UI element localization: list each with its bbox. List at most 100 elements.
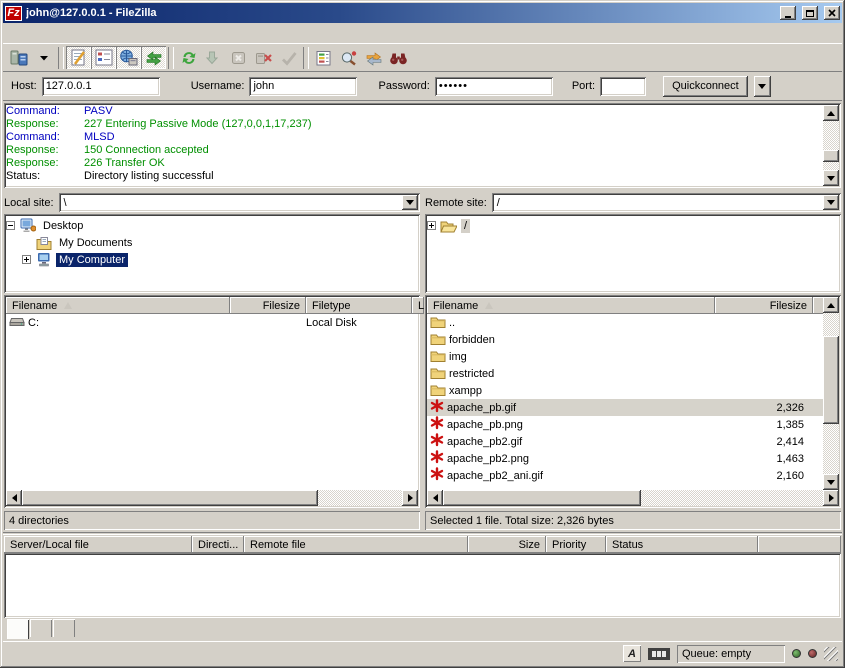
remote-file-row[interactable]: restricted (427, 365, 823, 382)
remote-file-row[interactable]: xampp (427, 382, 823, 399)
tree-item[interactable]: / (427, 217, 839, 234)
tree-expander[interactable] (22, 255, 31, 264)
tree-expander[interactable] (427, 221, 436, 230)
send-led-icon (808, 649, 817, 658)
scroll-thumb[interactable] (823, 150, 839, 162)
site-manager-button[interactable] (6, 46, 31, 69)
remote-file-row[interactable]: forbidden (427, 331, 823, 348)
queue-tab[interactable] (7, 619, 29, 639)
remote-file-row[interactable]: apache_pb2.png 1,463 (427, 450, 823, 467)
remote-site-combo[interactable]: / (492, 193, 841, 212)
queue-status-box: Queue: empty (677, 645, 785, 663)
local-horizontal-scrollbar[interactable] (6, 490, 418, 506)
menu-item[interactable] (86, 31, 102, 35)
port-input[interactable] (600, 77, 646, 96)
column-header-filetype[interactable]: Filetype (306, 297, 412, 314)
menu-item[interactable] (102, 31, 118, 35)
scroll-right-button[interactable] (823, 490, 839, 506)
tree-expander[interactable] (6, 221, 15, 230)
scroll-left-button[interactable] (6, 490, 22, 506)
column-header-filename[interactable]: Filename (427, 297, 715, 314)
column-header-last-modified[interactable]: L (412, 297, 424, 314)
host-label: Host: (11, 80, 37, 92)
filezilla-window: Fz john@127.0.0.1 - FileZilla Host: User… (0, 0, 845, 668)
title-bar[interactable]: Fz john@127.0.0.1 - FileZilla (3, 3, 842, 23)
toolbar-separator (58, 47, 64, 69)
reconnect-button[interactable] (276, 46, 301, 69)
column-header-status[interactable]: Status (606, 536, 758, 553)
scroll-thumb[interactable] (22, 490, 318, 506)
log-line-text: PASV (84, 105, 113, 118)
password-label: Password: (378, 80, 429, 92)
remote-horizontal-scrollbar[interactable] (427, 490, 839, 506)
sync-browsing-button[interactable] (361, 46, 386, 69)
menu-item[interactable] (38, 31, 54, 35)
scroll-right-button[interactable] (402, 490, 418, 506)
resize-grip[interactable] (824, 647, 838, 661)
menu-item[interactable] (6, 31, 22, 35)
toggle-message-log-button[interactable] (66, 46, 91, 69)
toolbar-separator (303, 47, 309, 69)
toggle-remote-tree-button[interactable] (116, 46, 141, 69)
remote-file-row[interactable]: img (427, 348, 823, 365)
local-site-label: Local site: (4, 197, 54, 209)
scroll-up-button[interactable] (823, 105, 839, 121)
toggle-queue-button[interactable] (141, 46, 166, 69)
tree-item[interactable]: My Documents (22, 234, 418, 251)
column-header-filesize[interactable]: Filesize (715, 297, 813, 314)
column-header-server-local-file[interactable]: Server/Local file (4, 536, 192, 553)
cancel-button[interactable] (226, 46, 251, 69)
quickconnect-bar: Host: Username: Password: Port: Quickcon… (3, 72, 842, 101)
maximize-button[interactable] (802, 6, 818, 20)
remote-file-row[interactable]: apache_pb2_ani.gif 2,160 (427, 467, 823, 484)
process-queue-button[interactable] (201, 46, 226, 69)
minimize-button[interactable] (780, 6, 796, 20)
close-button[interactable] (824, 6, 840, 20)
compare-button[interactable] (336, 46, 361, 69)
local-site-combo[interactable]: \ (59, 193, 420, 212)
filter-button[interactable] (311, 46, 336, 69)
scroll-left-button[interactable] (427, 490, 443, 506)
column-header-filename[interactable]: Filename (6, 297, 230, 314)
username-input[interactable] (249, 77, 357, 96)
refresh-button[interactable] (176, 46, 201, 69)
remote-site-dropdown-button[interactable] (823, 195, 839, 210)
remote-vertical-scrollbar[interactable] (823, 297, 839, 490)
column-header-direction[interactable]: Directi... (192, 536, 244, 553)
column-header-filesize[interactable]: Filesize (230, 297, 306, 314)
queue-tab[interactable] (30, 619, 52, 637)
local-file-row[interactable]: C: Local Disk (6, 314, 418, 331)
local-site-dropdown-button[interactable] (402, 195, 418, 210)
computer-icon (35, 252, 52, 267)
menu-item[interactable] (22, 31, 38, 35)
queue-splitter[interactable] (3, 532, 842, 535)
open-folder-icon (440, 219, 457, 233)
remote-file-row[interactable]: apache_pb2.gif 2,414 (427, 433, 823, 450)
scroll-down-button[interactable] (823, 170, 839, 186)
remote-file-row[interactable]: apache_pb.png 1,385 (427, 416, 823, 433)
menu-item[interactable] (54, 31, 70, 35)
password-input[interactable] (435, 77, 553, 96)
toggle-local-tree-button[interactable] (91, 46, 116, 69)
host-input[interactable] (42, 77, 160, 96)
tree-item[interactable]: My Computer (22, 251, 418, 268)
queue-tab[interactable] (53, 619, 75, 637)
remote-file-row[interactable]: apache_pb.gif 2,326 (427, 399, 823, 416)
dropdown-arrow-button[interactable] (31, 46, 56, 69)
scroll-thumb[interactable] (443, 490, 641, 506)
menu-item[interactable] (70, 31, 86, 35)
scroll-thumb[interactable] (823, 336, 839, 425)
column-header-size[interactable]: Size (468, 536, 546, 553)
log-scrollbar[interactable] (823, 105, 839, 186)
quickconnect-button[interactable]: Quickconnect (663, 76, 748, 97)
scroll-up-button[interactable] (823, 297, 839, 313)
column-header-remote-file[interactable]: Remote file (244, 536, 468, 553)
disconnect-button[interactable] (251, 46, 276, 69)
quickconnect-dropdown-button[interactable] (754, 76, 771, 97)
search-button[interactable] (386, 46, 411, 69)
scroll-down-button[interactable] (823, 474, 839, 490)
column-header-priority[interactable]: Priority (546, 536, 606, 553)
remote-file-row[interactable]: .. (427, 314, 823, 331)
tree-item[interactable]: Desktop (6, 217, 418, 234)
port-label: Port: (572, 80, 595, 92)
